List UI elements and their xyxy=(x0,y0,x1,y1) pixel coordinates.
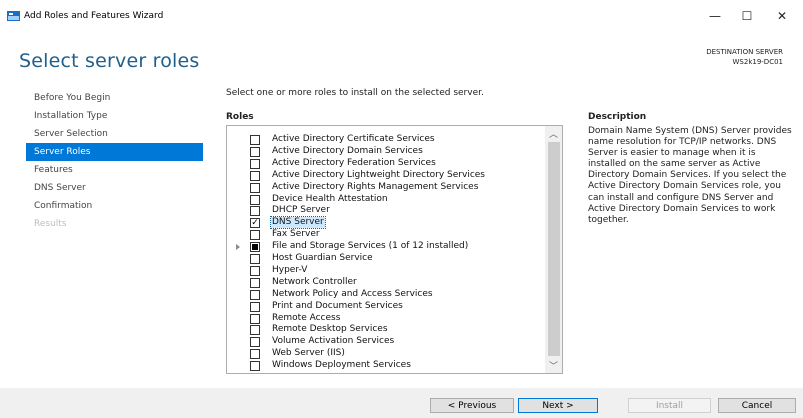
role-item[interactable]: Active Directory Domain Services xyxy=(227,145,543,157)
nav-item-server-selection[interactable]: Server Selection xyxy=(26,125,203,143)
role-label: Active Directory Federation Services xyxy=(272,157,436,168)
role-checkbox[interactable] xyxy=(250,313,260,324)
role-checkbox[interactable] xyxy=(250,361,260,372)
role-item[interactable]: Print and Document Services xyxy=(227,300,543,312)
scroll-thumb[interactable] xyxy=(548,142,560,356)
close-button[interactable]: ✕ xyxy=(767,6,797,26)
instruction-text: Select one or more roles to install on t… xyxy=(226,88,484,98)
description-text: Domain Name System (DNS) Server provides… xyxy=(588,126,792,225)
chevron-down-icon: ﹀ xyxy=(548,362,558,372)
close-icon: ✕ xyxy=(776,9,788,23)
role-checkbox[interactable] xyxy=(250,146,260,157)
role-label: Hyper-V xyxy=(272,264,308,275)
role-item[interactable]: ✓ DNS Server xyxy=(227,216,543,230)
destination-server-name: WS2k19-DC01 xyxy=(732,57,784,66)
role-checkbox[interactable] xyxy=(250,182,260,193)
role-item[interactable]: DHCP Server xyxy=(227,205,543,217)
maximize-button[interactable]: ☐ xyxy=(732,6,762,26)
role-checkbox[interactable] xyxy=(250,158,260,169)
page-title: Select server roles xyxy=(19,50,200,72)
maximize-icon: ☐ xyxy=(741,9,753,23)
role-label: DNS Server xyxy=(270,216,326,230)
role-item[interactable]: Active Directory Lightweight Directory S… xyxy=(227,169,543,181)
role-item[interactable]: Active Directory Certificate Services xyxy=(227,134,543,145)
role-label: Network Controller xyxy=(272,276,357,287)
role-checkbox[interactable] xyxy=(250,230,260,241)
role-label: Network Policy and Access Services xyxy=(272,288,433,299)
role-item[interactable]: Device Health Attestation xyxy=(227,193,543,205)
role-label: Print and Document Services xyxy=(272,300,403,311)
scroll-down-button[interactable]: ﹀ xyxy=(545,358,562,373)
role-label: Fax Server xyxy=(272,229,320,240)
destination-server-label: DESTINATION SERVER xyxy=(706,48,783,56)
role-item[interactable]: Remote Access xyxy=(227,312,543,324)
window-title: Add Roles and Features Wizard xyxy=(24,11,164,21)
role-label: Device Health Attestation xyxy=(272,193,388,204)
nav-item-server-roles[interactable]: Server Roles xyxy=(26,143,203,161)
nav-item-results: Results xyxy=(34,219,67,229)
role-checkbox[interactable] xyxy=(250,325,260,336)
role-label: DHCP Server xyxy=(272,205,330,216)
role-label: Host Guardian Service xyxy=(272,253,373,263)
role-checkbox[interactable] xyxy=(250,301,260,312)
role-checkbox[interactable] xyxy=(250,337,260,348)
nav-item-confirmation[interactable]: Confirmation xyxy=(26,197,203,215)
cancel-button[interactable]: Cancel xyxy=(718,398,796,413)
minimize-button[interactable]: — xyxy=(700,6,730,26)
title-bar: Add Roles and Features Wizard — ☐ ✕ xyxy=(0,0,803,30)
chevron-up-icon: ︿ xyxy=(548,130,558,140)
role-item[interactable]: Network Policy and Access Services xyxy=(227,288,543,300)
role-item[interactable]: Volume Activation Services xyxy=(227,336,543,348)
role-checkbox[interactable] xyxy=(250,135,260,145)
role-item[interactable]: Active Directory Federation Services xyxy=(227,157,543,169)
roles-heading: Roles xyxy=(226,112,254,122)
role-item[interactable]: Host Guardian Service xyxy=(227,253,543,264)
server-manager-icon xyxy=(7,11,20,21)
role-label: File and Storage Services (1 of 12 insta… xyxy=(272,241,469,252)
role-checkbox[interactable] xyxy=(250,194,260,205)
role-checkbox[interactable] xyxy=(250,170,260,181)
wizard-nav: Before You Begin Installation Type Serve… xyxy=(26,89,203,233)
role-checkbox[interactable] xyxy=(250,349,260,360)
role-checkbox[interactable] xyxy=(250,242,260,253)
role-item[interactable]: Active Directory Rights Management Servi… xyxy=(227,181,543,193)
minimize-icon: — xyxy=(709,9,721,23)
role-label: Active Directory Rights Management Servi… xyxy=(272,181,479,192)
role-label: Windows Deployment Services xyxy=(272,360,411,371)
next-button[interactable]: Next > xyxy=(518,398,598,413)
role-item[interactable]: Fax Server xyxy=(227,229,543,241)
role-label: Web Server (IIS) xyxy=(272,348,345,359)
role-checkbox[interactable] xyxy=(250,277,260,288)
role-item[interactable]: Windows Deployment Services xyxy=(227,360,543,372)
role-label: Remote Access xyxy=(272,312,341,323)
role-item[interactable]: File and Storage Services (1 of 12 insta… xyxy=(227,241,543,253)
install-button: Install xyxy=(628,398,711,413)
expand-arrow-icon[interactable] xyxy=(236,244,240,251)
role-checkbox[interactable]: ✓ xyxy=(250,218,260,229)
scroll-up-button[interactable]: ︿ xyxy=(545,126,562,141)
role-checkbox[interactable] xyxy=(250,206,260,217)
role-item[interactable]: Web Server (IIS) xyxy=(227,348,543,360)
roles-list[interactable]: ︿ ﹀ Active Directory Certificate Service… xyxy=(226,125,563,374)
role-label: Remote Desktop Services xyxy=(272,324,388,335)
role-checkbox[interactable] xyxy=(250,289,260,300)
checkmark-icon: ✓ xyxy=(251,218,259,229)
nav-item-installation-type[interactable]: Installation Type xyxy=(26,107,203,125)
role-checkbox[interactable] xyxy=(250,254,260,264)
role-label: Active Directory Domain Services xyxy=(272,145,423,156)
role-label: Active Directory Lightweight Directory S… xyxy=(272,169,485,180)
role-label: Volume Activation Services xyxy=(272,336,395,347)
role-item[interactable]: Network Controller xyxy=(227,276,543,288)
role-item[interactable]: Remote Desktop Services xyxy=(227,324,543,336)
role-label: Active Directory Certificate Services xyxy=(272,134,435,144)
nav-item-features[interactable]: Features xyxy=(26,161,203,179)
role-checkbox[interactable] xyxy=(250,265,260,276)
description-heading: Description xyxy=(588,112,647,122)
previous-button[interactable]: < Previous xyxy=(430,398,514,413)
nav-item-dns-server[interactable]: DNS Server xyxy=(26,179,203,197)
destination-server-info: DESTINATION SERVER WS2k19-DC01 xyxy=(706,48,783,67)
roles-scrollbar[interactable]: ︿ ﹀ xyxy=(545,126,562,373)
role-item[interactable]: Hyper-V xyxy=(227,264,543,276)
nav-item-before-you-begin[interactable]: Before You Begin xyxy=(26,89,203,107)
